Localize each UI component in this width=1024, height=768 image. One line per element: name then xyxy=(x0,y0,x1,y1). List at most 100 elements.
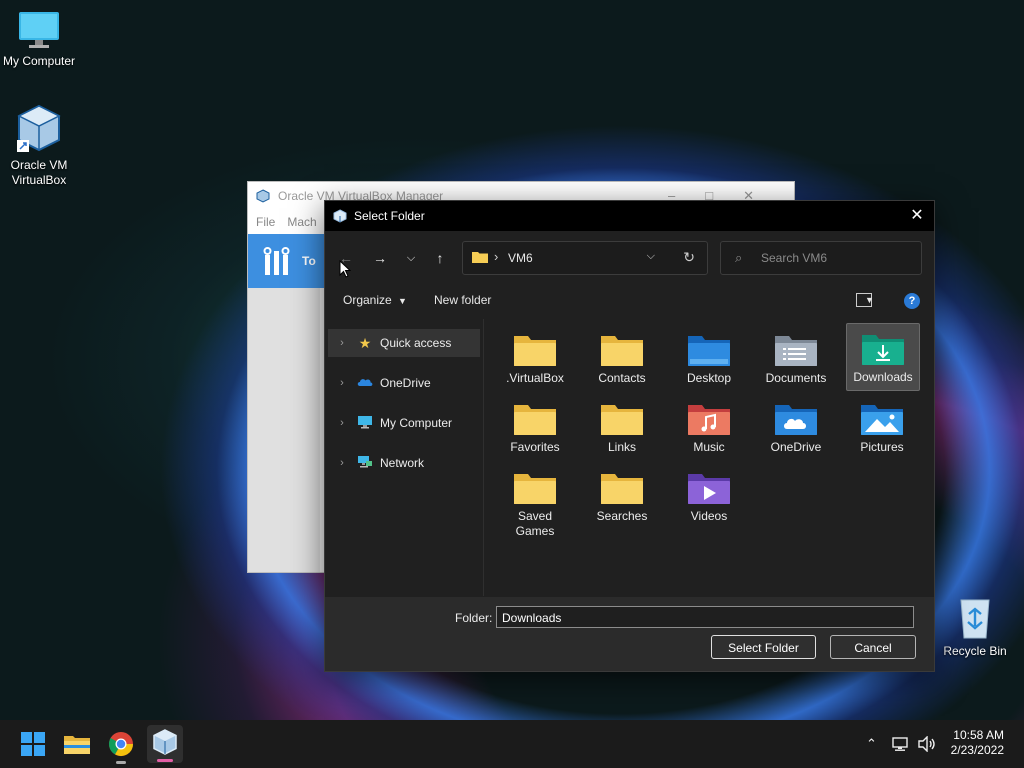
folder-virtualbox[interactable]: .VirtualBox xyxy=(499,325,571,391)
folder-documents[interactable]: Documents xyxy=(760,325,832,391)
folder-label: Links xyxy=(607,440,636,454)
folder-grid: .VirtualBox Contacts Desktop Documents D… xyxy=(485,319,933,596)
navigation-bar: ← → ⌵ ↑ › VM6 ⌵ ↻ ⌕ Search VM6 xyxy=(325,231,934,281)
folder-label: Desktop xyxy=(686,371,732,385)
folder-icon xyxy=(601,405,643,435)
breadcrumb-current[interactable]: VM6 xyxy=(508,251,533,265)
folder-downloads[interactable]: Downloads xyxy=(846,323,920,391)
nav-item-onedrive[interactable]: › OneDrive xyxy=(328,369,480,397)
music-folder-icon xyxy=(688,405,730,435)
forward-button[interactable]: → xyxy=(370,248,390,268)
folder-onedrive[interactable]: OneDrive xyxy=(760,394,832,460)
folder-name-input[interactable]: Downloads xyxy=(496,606,914,628)
folder-searches[interactable]: Searches xyxy=(586,463,658,529)
file-explorer-icon xyxy=(64,736,90,754)
pictures-folder-icon xyxy=(861,405,903,435)
volume-icon[interactable] xyxy=(917,736,937,752)
chevron-right-icon[interactable]: › xyxy=(332,337,352,349)
select-folder-button[interactable]: Select Folder xyxy=(711,635,816,659)
new-folder-button[interactable]: New folder xyxy=(434,293,491,307)
desktop-icon-label: My Computer xyxy=(2,54,76,68)
folder-label: .VirtualBox xyxy=(506,371,564,385)
refresh-icon[interactable]: ↻ xyxy=(683,249,695,266)
nav-item-quick-access[interactable]: › ★ Quick access xyxy=(328,329,480,357)
search-icon: ⌕ xyxy=(735,250,743,265)
address-bar[interactable]: › VM6 ⌵ ↻ xyxy=(462,241,708,275)
cancel-button[interactable]: Cancel xyxy=(830,635,916,659)
virtualbox-logo-icon xyxy=(333,209,347,223)
select-folder-dialog[interactable]: Select Folder ✕ ← → ⌵ ↑ › VM6 ⌵ ↻ ⌕ Sear… xyxy=(324,200,935,672)
help-icon: ? xyxy=(908,295,916,307)
clock[interactable]: 10:58 AM 2/23/2022 xyxy=(951,728,1004,758)
search-input[interactable]: Search VM6 xyxy=(761,251,827,265)
virtualbox-icon xyxy=(17,104,61,152)
folder-pictures[interactable]: Pictures xyxy=(846,394,918,460)
dialog-titlebar[interactable]: Select Folder ✕ xyxy=(325,201,934,231)
folder-icon xyxy=(514,405,556,435)
desktop-folder-icon xyxy=(688,336,730,366)
nav-item-network[interactable]: › Network xyxy=(328,449,480,477)
start-button[interactable] xyxy=(18,729,48,759)
recycle-bin-icon xyxy=(960,599,990,639)
navigation-pane: › ★ Quick access › OneDrive › My Compute… xyxy=(325,319,484,596)
taskbar-file-explorer[interactable] xyxy=(62,729,92,759)
caret-down-icon: ▼ xyxy=(398,296,407,306)
folder-label: Downloads xyxy=(853,370,913,384)
folder-field-label: Folder: xyxy=(455,611,493,625)
taskbar-virtualbox[interactable] xyxy=(147,725,183,763)
chevron-right-icon[interactable]: › xyxy=(332,457,352,469)
onedrive-folder-icon xyxy=(775,405,817,435)
folder-desktop[interactable]: Desktop xyxy=(673,325,745,391)
folder-saved-games[interactable]: Saved Games xyxy=(499,463,571,538)
tools-label: To xyxy=(302,254,316,268)
folder-label: Videos xyxy=(690,509,728,523)
nav-item-my-computer[interactable]: › My Computer xyxy=(328,409,480,437)
folder-label: Saved Games xyxy=(515,509,555,538)
folder-label: Music xyxy=(693,440,725,454)
dialog-footer: Folder: Downloads Select Folder Cancel xyxy=(325,597,934,671)
mouse-cursor-icon xyxy=(339,260,351,278)
command-bar: Organize ▼ New folder ▼ ? xyxy=(325,285,934,317)
organize-label: Organize xyxy=(343,293,392,307)
folder-label: Favorites xyxy=(510,440,560,454)
clock-date: 2/23/2022 xyxy=(950,743,1004,757)
folder-contacts[interactable]: Contacts xyxy=(586,325,658,391)
menu-machine[interactable]: Mach xyxy=(287,215,316,229)
up-button[interactable]: ↑ xyxy=(430,248,450,268)
chevron-right-icon[interactable]: › xyxy=(332,377,352,389)
nav-item-label: Network xyxy=(380,456,425,470)
chevron-right-icon[interactable]: › xyxy=(332,417,352,429)
recent-locations-button[interactable]: ⌵ xyxy=(401,248,421,268)
tools-icon xyxy=(263,247,290,275)
taskbar-chrome[interactable] xyxy=(106,729,136,764)
active-indicator xyxy=(157,759,173,762)
menu-file[interactable]: File xyxy=(256,215,275,229)
chevron-down-icon: ⌵ xyxy=(406,252,416,264)
folder-videos[interactable]: Videos xyxy=(673,463,745,529)
desktop-icon-my-computer[interactable]: My Computer xyxy=(0,10,78,69)
folder-icon xyxy=(472,252,488,263)
folder-label: Searches xyxy=(596,509,648,523)
folder-label: Pictures xyxy=(860,440,904,454)
folder-icon xyxy=(601,474,643,504)
close-button[interactable]: ✕ xyxy=(908,207,926,225)
nav-item-label: OneDrive xyxy=(380,376,431,390)
chrome-icon xyxy=(108,732,133,757)
folder-links[interactable]: Links xyxy=(586,394,658,460)
address-dropdown-icon[interactable]: ⌵ xyxy=(647,250,655,263)
downloads-folder-icon xyxy=(862,335,904,365)
desktop-icon-recycle-bin[interactable]: Recycle Bin xyxy=(936,596,1014,659)
search-box[interactable]: ⌕ Search VM6 xyxy=(720,241,922,275)
tray-overflow-icon[interactable]: ⌃ xyxy=(866,736,877,752)
organize-button[interactable]: Organize ▼ xyxy=(343,293,407,307)
network-icon[interactable] xyxy=(892,736,910,752)
folder-music[interactable]: Music xyxy=(673,394,745,460)
folder-favorites[interactable]: Favorites xyxy=(499,394,571,460)
folder-label: Documents xyxy=(765,371,827,385)
desktop-icon-virtualbox[interactable]: Oracle VM VirtualBox xyxy=(0,104,78,188)
videos-folder-icon xyxy=(688,474,730,504)
help-button[interactable]: ? xyxy=(904,293,920,309)
view-dropdown-icon[interactable]: ▼ xyxy=(865,295,874,305)
nav-item-label: Quick access xyxy=(380,336,452,350)
folder-label: OneDrive xyxy=(770,440,822,454)
